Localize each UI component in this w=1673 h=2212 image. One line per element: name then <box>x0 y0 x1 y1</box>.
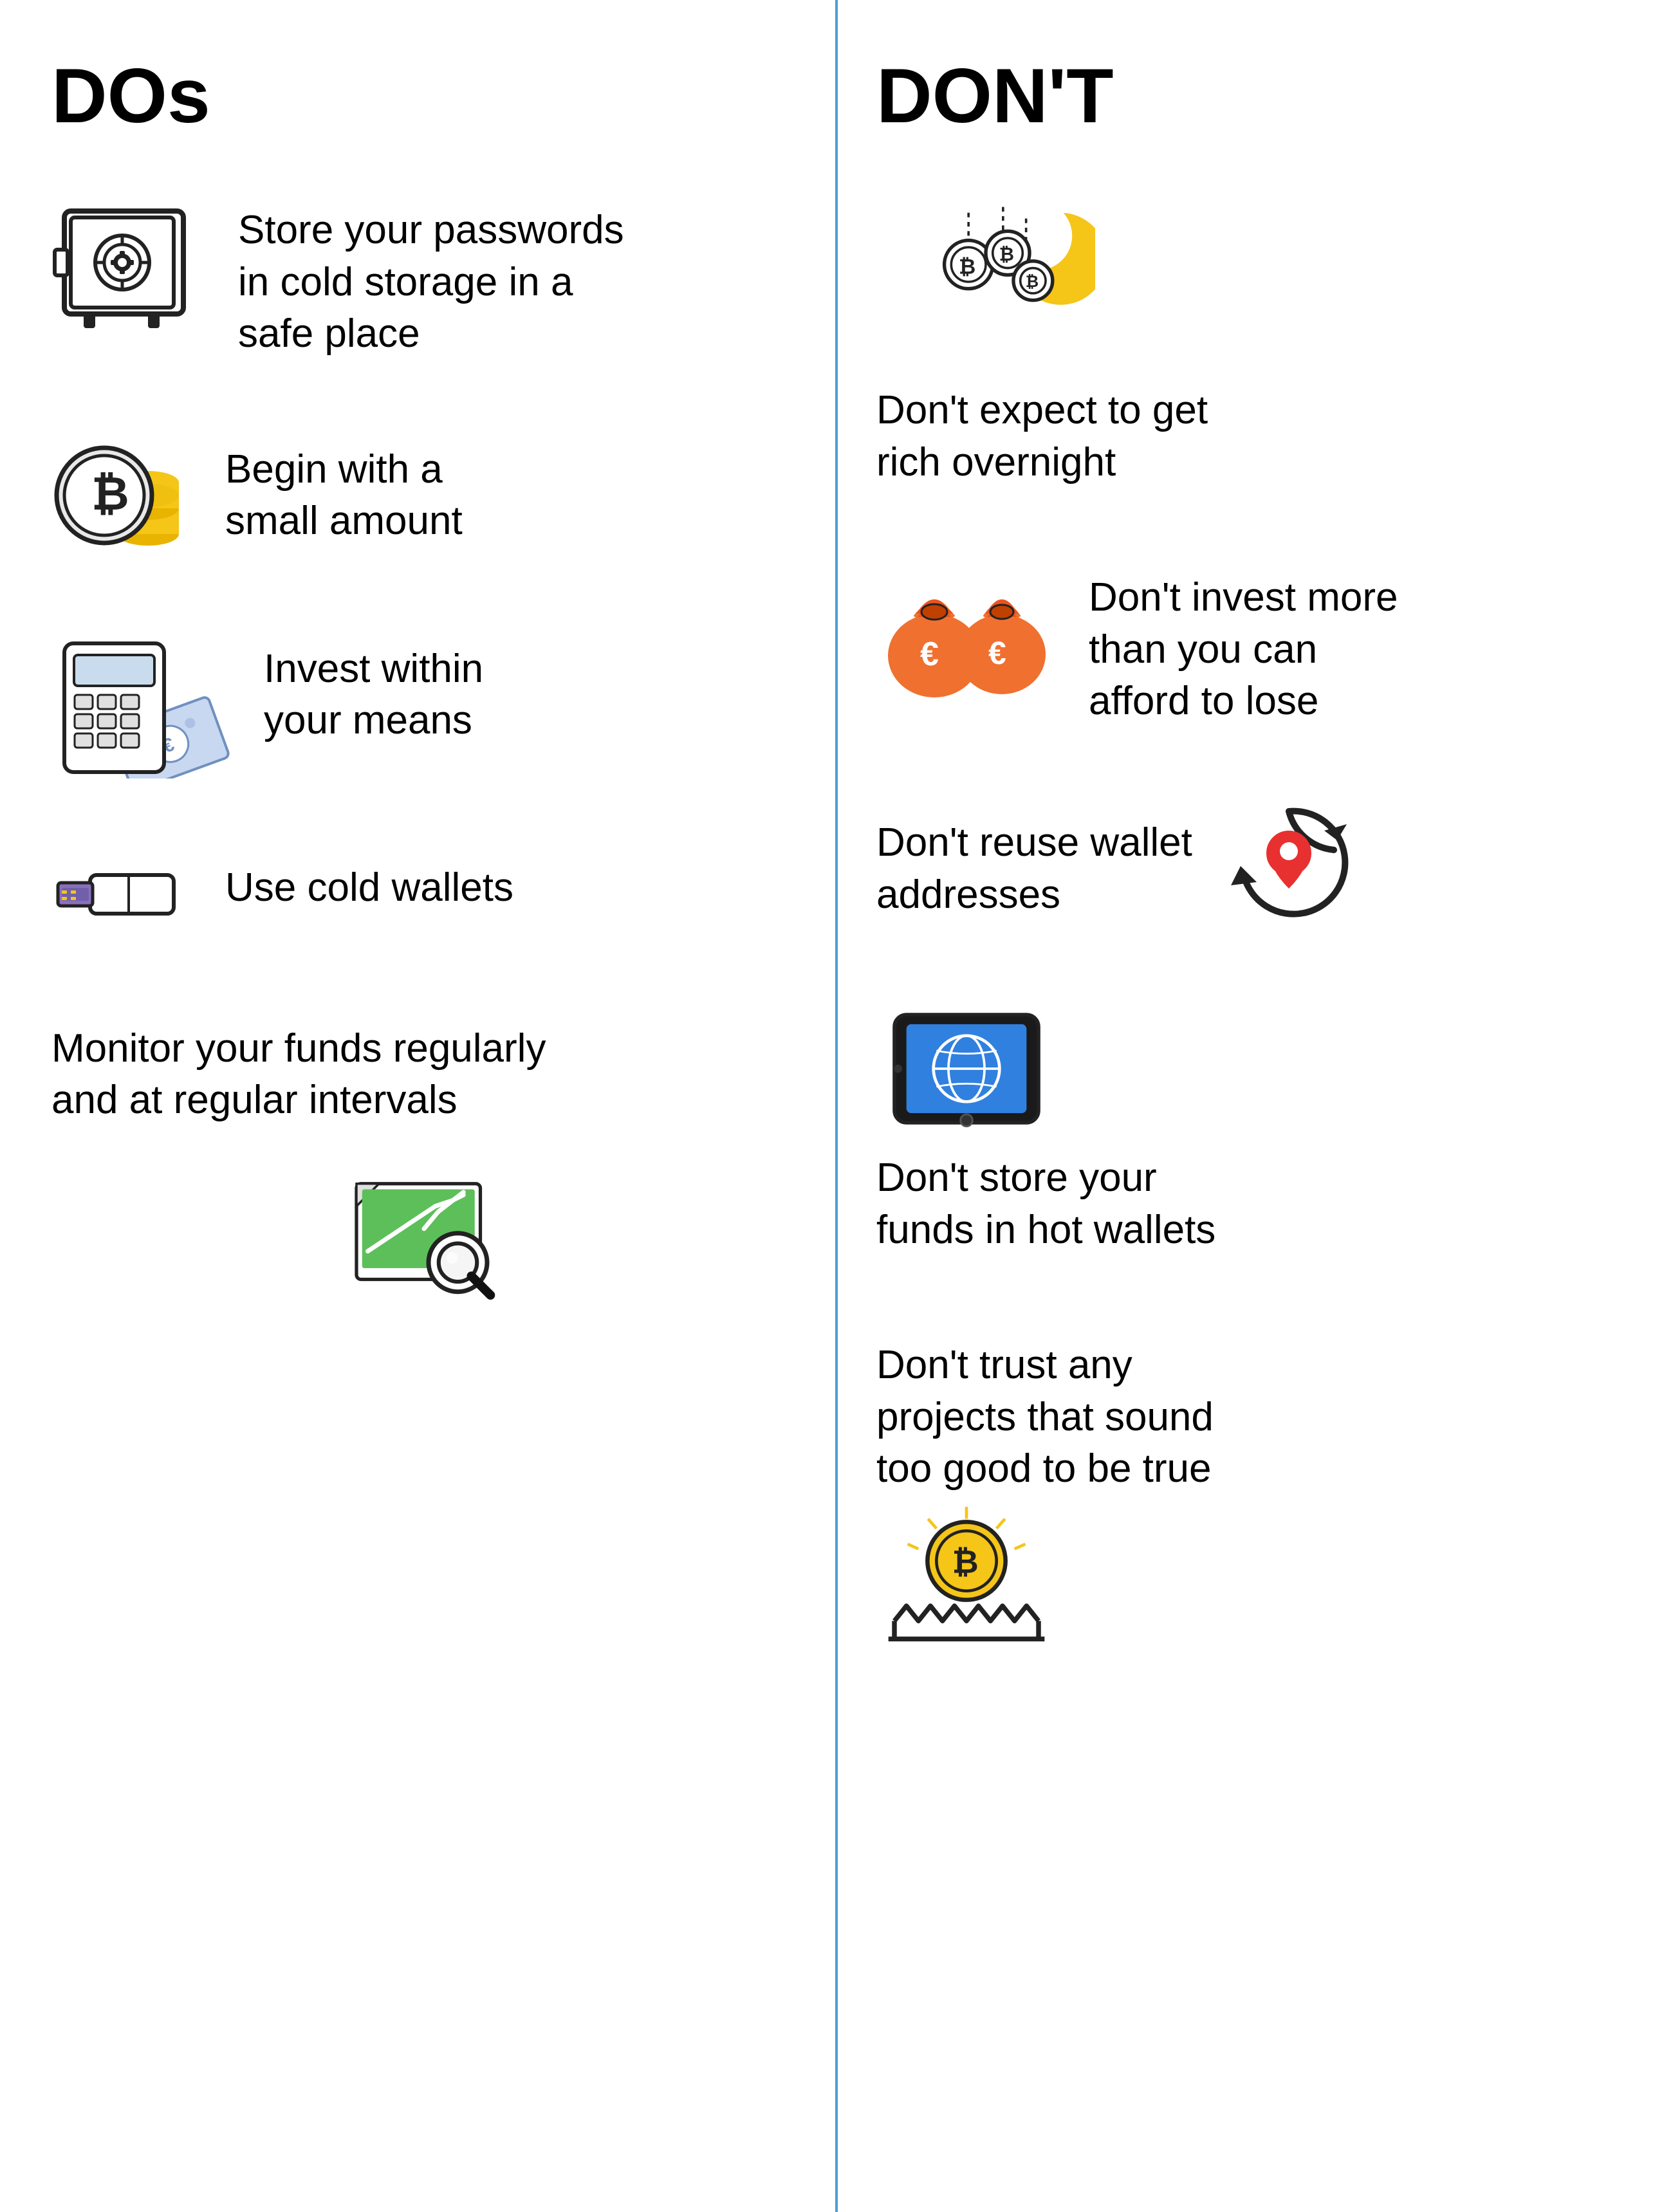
safe-icon <box>51 192 206 333</box>
store-passwords-text: Store your passwordsin cold storage in a… <box>238 192 624 360</box>
usb-icon <box>51 849 193 939</box>
page: DOs <box>0 0 1673 2212</box>
reuse-addresses-text: Don't reuse walletaddresses <box>876 804 1192 921</box>
list-item: Monitor your funds regularlyand at regul… <box>51 1010 797 1300</box>
list-item: € € Don't invest morethan you canafford … <box>876 559 1622 728</box>
svg-text:₿: ₿ <box>952 1544 979 1580</box>
list-item: € <box>51 631 797 779</box>
bitcoin-coins-icon: ₿ <box>51 431 193 560</box>
moon-btc-icon: ₿ ₿ ₿ <box>876 192 1095 372</box>
list-item: Don't store yourfunds in hot wallets <box>876 998 1622 1256</box>
moneybags-icon: € € <box>876 559 1057 701</box>
small-amount-text: Begin with asmall amount <box>225 431 463 548</box>
list-item: Store your passwordsin cold storage in a… <box>51 192 797 360</box>
list-item: Use cold wallets <box>51 849 797 939</box>
dos-title: DOs <box>51 51 797 140</box>
list-item: ₿ ₿ ₿ Don't expect to getrich overnight <box>876 192 1622 488</box>
calculator-icon: € <box>51 631 232 779</box>
invest-means-text: Invest withinyour means <box>264 631 483 747</box>
donts-column: DON'T ₿ <box>838 0 1673 2212</box>
svg-text:₿: ₿ <box>91 468 129 520</box>
svg-text:₿: ₿ <box>999 244 1014 265</box>
cold-wallets-text: Use cold wallets <box>225 849 513 914</box>
chart-icon <box>334 1146 514 1300</box>
location-icon <box>1225 798 1353 927</box>
too-good-text: Don't trust anyprojects that soundtoo go… <box>876 1327 1214 1495</box>
svg-text:€: € <box>988 635 1006 671</box>
list-item: Don't reuse walletaddresses <box>876 798 1622 927</box>
svg-text:₿: ₿ <box>959 255 975 278</box>
list-item: ₿ Begin with asmall amount <box>51 431 797 560</box>
donts-title: DON'T <box>876 51 1622 140</box>
rich-overnight-text: Don't expect to getrich overnight <box>876 372 1208 488</box>
tablet-icon <box>876 998 1057 1139</box>
svg-text:₿: ₿ <box>1026 273 1039 291</box>
dos-column: DOs <box>0 0 835 2212</box>
list-item: Don't trust anyprojects that soundtoo go… <box>876 1327 1622 1663</box>
svg-text:€: € <box>920 636 939 673</box>
btc-trap-icon: ₿ <box>876 1495 1057 1663</box>
monitor-funds-text: Monitor your funds regularlyand at regul… <box>51 1010 546 1127</box>
hot-wallets-text: Don't store yourfunds in hot wallets <box>876 1139 1215 1256</box>
invest-more-text: Don't invest morethan you canafford to l… <box>1089 559 1398 728</box>
